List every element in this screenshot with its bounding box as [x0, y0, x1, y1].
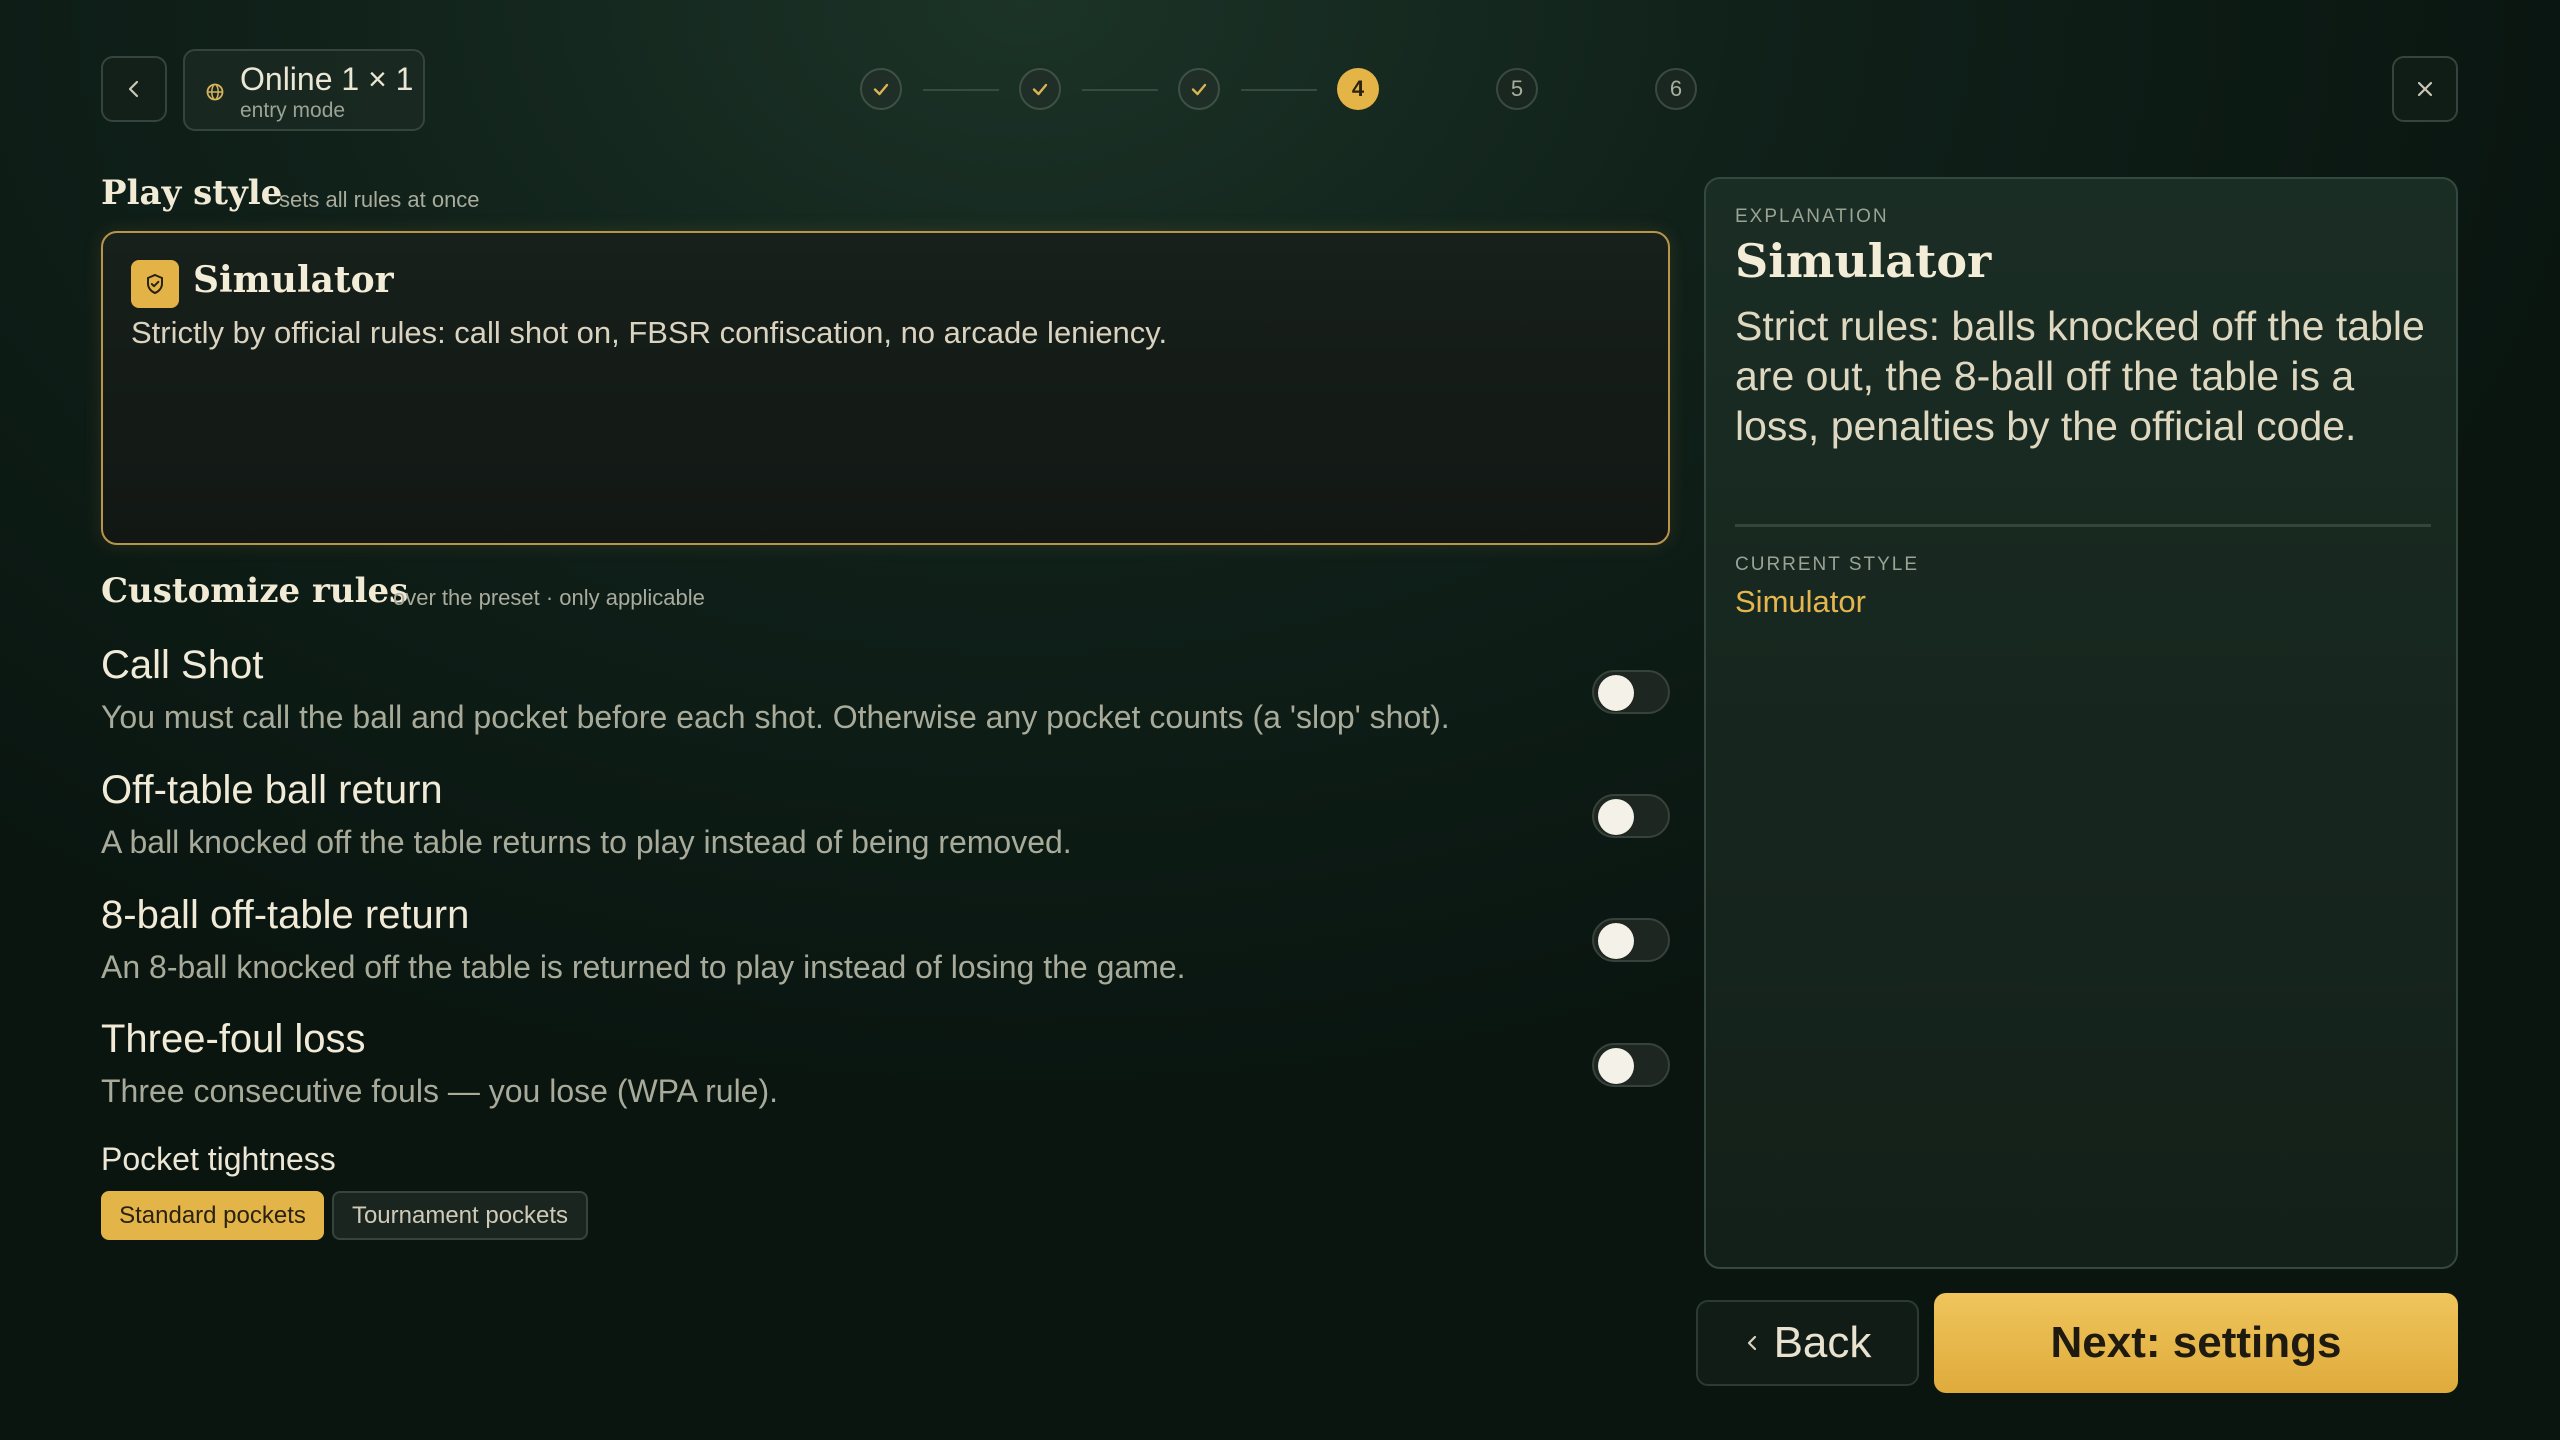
explanation-body: Strict rules: balls knocked off the tabl…	[1735, 303, 2425, 449]
step-number: 4	[1351, 76, 1365, 101]
rule-description: A ball knocked off the table returns to …	[101, 824, 1072, 860]
step-2[interactable]	[1019, 68, 1061, 110]
mode-subtitle: entry mode	[240, 99, 346, 122]
play-style-hint: sets all rules at once	[279, 187, 480, 212]
three-foul-loss-toggle[interactable]	[1592, 1043, 1670, 1087]
step-5[interactable]: 5	[1496, 68, 1538, 110]
back-nav-button[interactable]	[101, 56, 167, 122]
close-button[interactable]	[2392, 56, 2458, 122]
divider	[1735, 524, 2431, 527]
step-number: 6	[1669, 76, 1683, 101]
step-number: 5	[1510, 76, 1524, 101]
step-4[interactable]: 4	[1337, 68, 1379, 110]
chevron-left-icon	[128, 80, 139, 98]
call-shot-toggle[interactable]	[1592, 670, 1670, 714]
globe-icon	[206, 83, 224, 101]
play-style-title: Play style	[101, 173, 283, 213]
explanation-panel: EXPLANATION Simulator Strict rules: ball…	[1704, 177, 2458, 1269]
explanation-title: Simulator	[1735, 234, 1992, 288]
customize-rules-title: Customize rules	[101, 571, 409, 611]
off-table-return-toggle[interactable]	[1592, 794, 1670, 838]
step-6[interactable]: 6	[1655, 68, 1697, 110]
pocket-tightness-label: Pocket tightness	[101, 1141, 336, 1177]
preset-card-simulator[interactable]: Simulator Strictly by official rules: ca…	[101, 231, 1670, 545]
8-ball-return-toggle[interactable]	[1592, 918, 1670, 962]
next-button-label: Next: settings	[2050, 1318, 2342, 1367]
preset-badge	[131, 260, 179, 308]
back-button[interactable]: Back	[1696, 1300, 1919, 1386]
chevron-left-icon	[1747, 1335, 1756, 1351]
explanation-kicker: EXPLANATION	[1735, 206, 1889, 227]
preset-description: Strictly by official rules: call shot on…	[131, 315, 1168, 350]
tournament-pockets-option[interactable]: Tournament pockets	[332, 1191, 588, 1240]
check-icon	[1191, 83, 1207, 96]
preset-name: Simulator	[193, 259, 394, 301]
current-style-kicker: CURRENT STYLE	[1735, 554, 1920, 575]
toggle-knob	[1598, 799, 1634, 835]
mode-chip: Online 1 × 1 entry mode	[183, 49, 425, 131]
check-icon	[873, 83, 889, 96]
rule-description: You must call the ball and pocket before…	[101, 699, 1450, 735]
rule-title: 8-ball off-table return	[101, 893, 470, 937]
rule-title: Off-table ball return	[101, 768, 443, 812]
next-settings-button[interactable]: Next: settings	[1934, 1293, 2458, 1393]
check-icon	[1032, 83, 1048, 96]
shield-icon	[147, 273, 163, 295]
close-icon	[2417, 81, 2433, 97]
toggle-knob	[1598, 1048, 1634, 1084]
step-1[interactable]	[860, 68, 902, 110]
rule-description: An 8-ball knocked off the table is retur…	[101, 949, 1186, 985]
customize-rules-hint: over the preset · only applicable	[393, 585, 705, 610]
current-style-value: Simulator	[1735, 584, 1866, 619]
rule-title: Three-foul loss	[101, 1017, 366, 1061]
rule-title: Call Shot	[101, 643, 264, 687]
rule-description: Three consecutive fouls — you lose (WPA …	[101, 1073, 779, 1109]
mode-title: Online 1 × 1	[240, 61, 414, 97]
toggle-knob	[1598, 675, 1634, 711]
standard-pockets-option[interactable]: Standard pockets	[101, 1191, 324, 1240]
toggle-knob	[1598, 923, 1634, 959]
back-button-label: Back	[1773, 1318, 1872, 1367]
step-3[interactable]	[1178, 68, 1220, 110]
